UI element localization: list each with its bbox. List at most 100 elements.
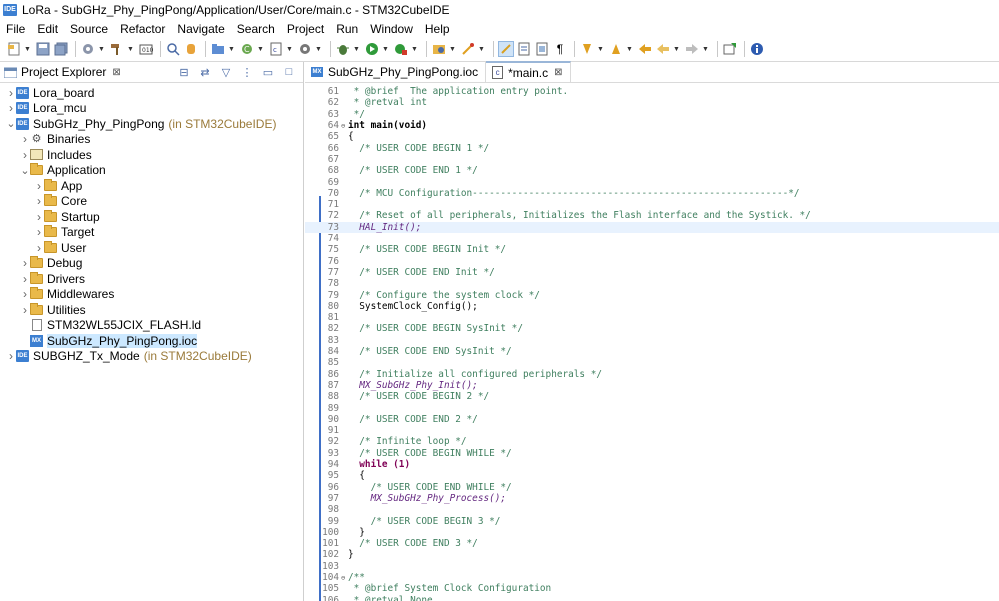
pilcrow-icon[interactable]: ¶ — [552, 41, 568, 57]
new-source-icon[interactable]: c — [268, 41, 284, 57]
debug-bug-icon[interactable] — [335, 41, 351, 57]
tree-item-lora-board[interactable]: › IDE Lora_board — [6, 85, 94, 100]
tree-item-includes[interactable]: › Includes — [20, 147, 92, 162]
tree-item-stm32wl55jcix-flash-ld[interactable]: STM32WL55JCIX_FLASH.ld — [20, 318, 201, 333]
prev-annotation-icon[interactable] — [608, 41, 624, 57]
chevron-right-icon[interactable]: › — [34, 210, 44, 224]
build-config-icon[interactable] — [80, 41, 96, 57]
menu-search[interactable]: Search — [231, 22, 281, 36]
editor-tab-subghz-phy-pingpong-ioc[interactable]: MX SubGHz_Phy_PingPong.ioc — [305, 61, 487, 82]
code-line[interactable]: 97 MX_SubGHz_Phy_Process(); — [305, 493, 999, 504]
menu-project[interactable]: Project — [281, 22, 330, 36]
tree-item-utilities[interactable]: › Utilities — [20, 302, 86, 317]
chevron-down-icon[interactable]: ⌄ — [6, 117, 16, 130]
open-perspective-icon[interactable] — [431, 41, 447, 57]
next-annotation-icon[interactable] — [579, 41, 595, 57]
close-icon[interactable]: ⊠ — [112, 67, 120, 78]
new-class-dropdown-icon[interactable]: ▼ — [257, 41, 264, 57]
code-line[interactable]: 105 * @brief System Clock Configuration — [305, 583, 999, 594]
code-line[interactable]: 75 /* USER CODE BEGIN Init */ — [305, 244, 999, 255]
debug-dropdown-icon[interactable]: ▼ — [353, 41, 360, 57]
build-dropdown-icon[interactable]: ▼ — [127, 41, 134, 57]
code-line[interactable]: 69 — [305, 176, 999, 188]
tree-item-subghz-phy-pingpong[interactable]: ⌄ IDE SubGHz_Phy_PingPong (in STM32CubeIDE) — [6, 116, 276, 131]
run-external-icon[interactable] — [297, 41, 313, 57]
menu-file[interactable]: File — [0, 22, 31, 36]
toggle-mark-dropdown-icon[interactable]: ▼ — [478, 41, 485, 57]
code-line[interactable]: 82 /* USER CODE BEGIN SysInit */ — [305, 323, 999, 334]
new-folder-icon[interactable] — [210, 41, 226, 57]
tree-item-startup[interactable]: › Startup — [34, 209, 100, 224]
chevron-right-icon[interactable]: › — [20, 287, 30, 301]
code-line[interactable]: 68 /* USER CODE END 1 */ — [305, 165, 999, 176]
chevron-right-icon[interactable]: › — [20, 303, 30, 317]
save-icon[interactable] — [35, 41, 51, 57]
code-line[interactable]: 91 — [305, 425, 999, 436]
code-line[interactable]: 78 — [305, 278, 999, 289]
toggle-mark-icon[interactable] — [460, 41, 476, 57]
filter-icon[interactable]: ▽ — [218, 65, 234, 79]
code-line[interactable]: 103 — [305, 561, 999, 572]
code-line[interactable]: 92 /* Infinite loop */ — [305, 436, 999, 447]
code-line[interactable]: 94 while (1) — [305, 459, 999, 470]
code-line[interactable]: 81 — [305, 312, 999, 323]
code-line[interactable]: 80 SystemClock_Config(); — [305, 301, 999, 312]
code-line[interactable]: 106 * @retval None — [305, 595, 999, 601]
tree-item-subghz-tx-mode[interactable]: › IDE SUBGHZ_Tx_Mode (in STM32CubeIDE) — [6, 349, 252, 364]
menu-window[interactable]: Window — [364, 22, 419, 36]
editor-tab-main-c[interactable]: c *main.c ⊠ — [486, 61, 571, 82]
pin-editor-icon[interactable] — [722, 41, 738, 57]
code-line[interactable]: 62 * @retval int — [305, 97, 999, 108]
code-line[interactable]: 71 — [305, 199, 999, 210]
close-icon[interactable]: ⊠ — [554, 67, 562, 78]
code-line[interactable]: 95 { — [305, 470, 999, 481]
code-line[interactable]: 65 { — [305, 131, 999, 142]
build-target-icon[interactable]: 010 — [138, 41, 154, 57]
code-line[interactable]: 98 — [305, 504, 999, 515]
code-line[interactable]: 67 — [305, 154, 999, 165]
back-icon[interactable] — [655, 41, 671, 57]
chevron-right-icon[interactable]: › — [34, 179, 44, 193]
code-line[interactable]: 93 /* USER CODE BEGIN WHILE */ — [305, 448, 999, 459]
forward-dropdown-icon[interactable]: ▼ — [702, 41, 709, 57]
tree-item-drivers[interactable]: › Drivers — [20, 271, 85, 286]
menu-source[interactable]: Source — [64, 22, 114, 36]
tree-item-user[interactable]: › User — [34, 240, 86, 255]
word-wrap-icon[interactable] — [498, 41, 514, 57]
minimize-icon[interactable]: ▭ — [260, 65, 276, 79]
code-line[interactable]: 64 ⊖ int main(void) — [305, 120, 999, 131]
code-line[interactable]: 88 /* USER CODE BEGIN 2 */ — [305, 391, 999, 402]
chevron-right-icon[interactable]: › — [20, 272, 30, 286]
code-line[interactable]: 104 ⊖/** — [305, 572, 999, 583]
link-editor-icon[interactable]: ⇄ — [197, 65, 213, 79]
tab-project-explorer[interactable]: Project Explorer ⊠ — [0, 62, 127, 83]
run-external-dropdown-icon[interactable]: ▼ — [315, 41, 322, 57]
code-line[interactable]: 63 */ — [305, 109, 999, 120]
show-whitespace-icon[interactable] — [516, 41, 532, 57]
tree-item-lora-mcu[interactable]: › IDE Lora_mcu — [6, 101, 86, 116]
code-line[interactable]: 89 — [305, 402, 999, 414]
forward-icon[interactable] — [684, 41, 700, 57]
chevron-right-icon[interactable]: › — [34, 225, 44, 239]
last-edit-icon[interactable] — [637, 41, 653, 57]
code-line[interactable]: 90 /* USER CODE END 2 */ — [305, 414, 999, 425]
tree-item-core[interactable]: › Core — [34, 194, 87, 209]
code-line[interactable]: 74 — [305, 233, 999, 244]
open-perspective-dropdown-icon[interactable]: ▼ — [449, 41, 456, 57]
new-source-dropdown-icon[interactable]: ▼ — [286, 41, 293, 57]
tree-item-target[interactable]: › Target — [34, 225, 94, 240]
info-icon[interactable] — [749, 41, 765, 57]
new-icon[interactable] — [6, 41, 22, 57]
block-selection-icon[interactable] — [534, 41, 550, 57]
code-line[interactable]: 102} — [305, 549, 999, 560]
code-line[interactable]: 85 — [305, 357, 999, 368]
code-line[interactable]: 99 /* USER CODE BEGIN 3 */ — [305, 515, 999, 527]
code-line[interactable]: 61 * @brief The application entry point. — [305, 86, 999, 97]
tree-item-binaries[interactable]: › ⚙ Binaries — [20, 132, 90, 147]
chevron-right-icon[interactable]: › — [34, 241, 44, 255]
code-line[interactable]: 73 HAL_Init(); — [305, 221, 999, 233]
tree-item-debug[interactable]: › Debug — [20, 256, 82, 271]
collapse-all-icon[interactable]: ⊟ — [176, 65, 192, 79]
stop-dropdown-icon[interactable]: ▼ — [411, 41, 418, 57]
run-dropdown-icon[interactable]: ▼ — [382, 41, 389, 57]
